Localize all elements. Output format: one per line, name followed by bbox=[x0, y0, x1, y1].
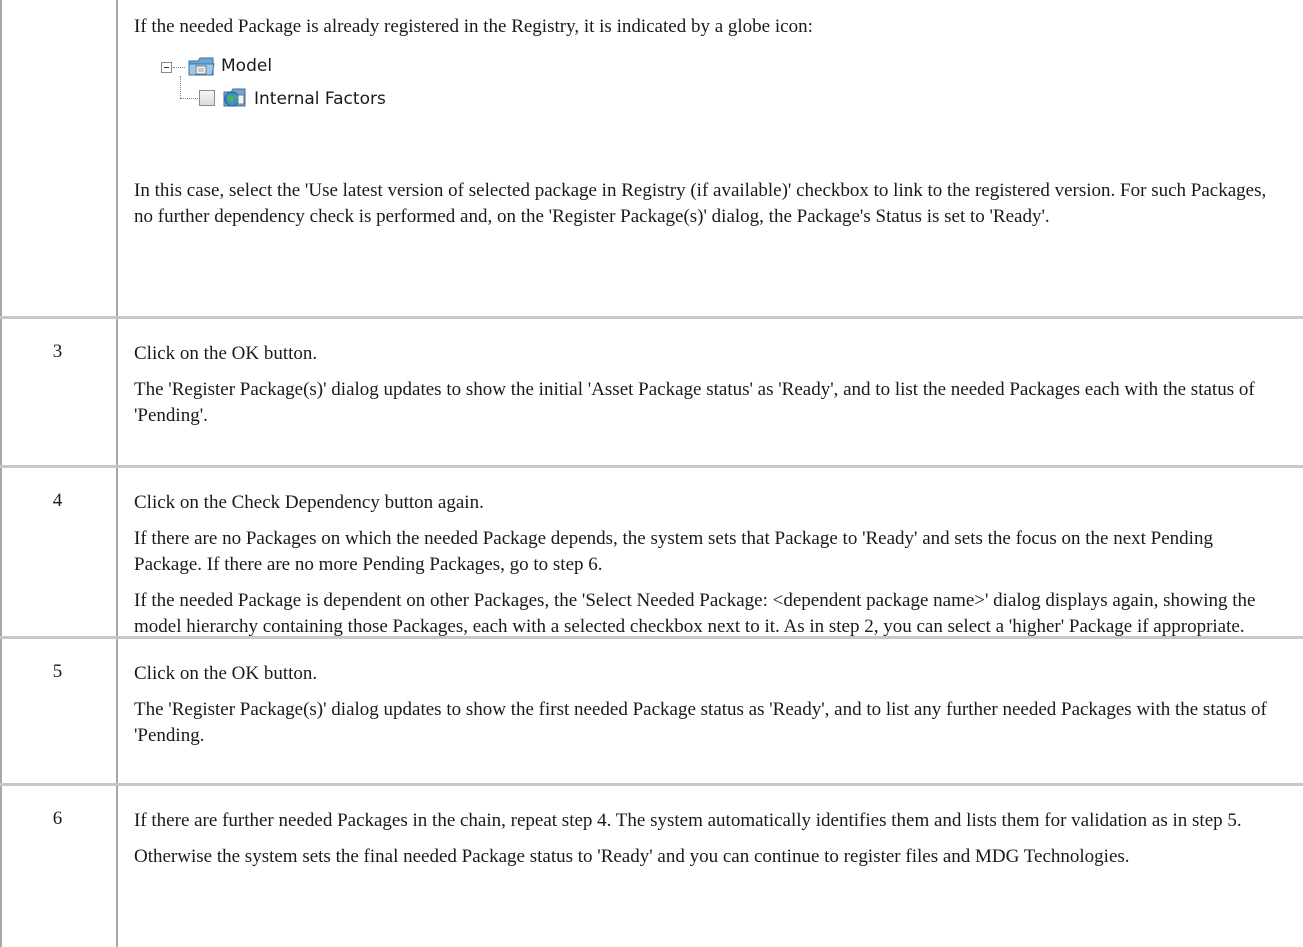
package-checkbox bbox=[199, 90, 215, 106]
row-body: If there are further needed Packages in … bbox=[134, 808, 1284, 880]
table-row-step-5: 5 Click on the OK button. The 'Register … bbox=[0, 639, 1303, 779]
step-number: 3 bbox=[52, 341, 63, 362]
step-number: 5 bbox=[52, 661, 63, 682]
intro-text: If the needed Package is already registe… bbox=[134, 16, 813, 37]
step-paragraph: The 'Register Package(s)' dialog updates… bbox=[134, 699, 1267, 746]
row-body: Click on the Check Dependency button aga… bbox=[134, 490, 1284, 650]
intro-followup-text: In this case, select the 'Use latest ver… bbox=[134, 180, 1267, 227]
step-paragraph: Click on the OK button. bbox=[134, 343, 318, 364]
step-paragraph: The 'Register Package(s)' dialog updates… bbox=[134, 379, 1255, 426]
table-row-step-3: 3 Click on the OK button. The 'Register … bbox=[0, 319, 1303, 465]
collapse-icon bbox=[161, 62, 172, 73]
globe-package-icon bbox=[223, 88, 246, 107]
step-number: 6 bbox=[52, 808, 63, 829]
step-paragraph: Click on the OK button. bbox=[134, 663, 318, 684]
steps-table: If the needed Package is already registe… bbox=[0, 0, 1303, 947]
table-row-intro: If the needed Package is already registe… bbox=[0, 0, 1303, 316]
table-row-step-6: 6 If there are further needed Packages i… bbox=[0, 786, 1303, 947]
tree-connector bbox=[173, 67, 185, 68]
table-row-step-4: 4 Click on the Check Dependency button a… bbox=[0, 468, 1303, 637]
step-paragraph: Click on the Check Dependency button aga… bbox=[134, 492, 484, 513]
row-body: If the needed Package is already registe… bbox=[134, 14, 1284, 50]
tree-child-label: Internal Factors bbox=[254, 89, 386, 109]
row-body: Click on the OK button. The 'Register Pa… bbox=[134, 661, 1284, 759]
tree-connector bbox=[180, 76, 181, 98]
row-body-followup: In this case, select the 'Use latest ver… bbox=[134, 178, 1284, 240]
package-folder-icon bbox=[188, 57, 215, 76]
tree-root-label: Model bbox=[221, 56, 273, 76]
row-body: Click on the OK button. The 'Register Pa… bbox=[134, 341, 1284, 439]
step-paragraph: If there are no Packages on which the ne… bbox=[134, 528, 1213, 575]
step-paragraph: Otherwise the system sets the final need… bbox=[134, 846, 1130, 867]
step-paragraph: If there are further needed Packages in … bbox=[134, 810, 1242, 831]
step-number: 4 bbox=[52, 490, 63, 511]
package-tree-figure: Model Internal Factors bbox=[161, 52, 501, 118]
tree-connector bbox=[180, 98, 198, 99]
step-paragraph: If the needed Package is dependent on ot… bbox=[134, 590, 1256, 637]
